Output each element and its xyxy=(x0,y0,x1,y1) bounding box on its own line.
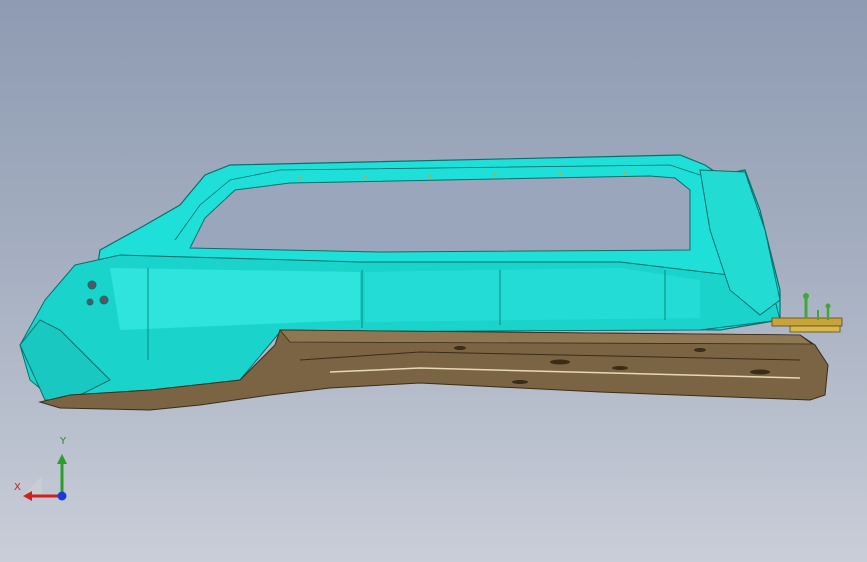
bracket-assembly[interactable] xyxy=(771,293,843,333)
sill-slot xyxy=(512,380,528,384)
z-axis-dot xyxy=(57,491,67,501)
frame-highlight-2 xyxy=(365,268,700,322)
mount-hole xyxy=(87,280,97,290)
sill-slot xyxy=(550,359,570,365)
sill-slot xyxy=(612,366,628,370)
y-axis-label: Y xyxy=(60,436,67,447)
sill-slot xyxy=(750,369,770,375)
window-opening xyxy=(189,175,691,253)
x-axis-label: X xyxy=(14,482,21,493)
bracket-pin-head xyxy=(803,293,809,299)
frame-highlight xyxy=(110,268,360,330)
frame-marker xyxy=(493,173,497,177)
frame-marker xyxy=(428,174,432,178)
mount-hole xyxy=(99,295,109,305)
triad-graphic xyxy=(22,454,67,501)
frame-marker xyxy=(558,172,562,176)
mount-hole xyxy=(86,298,94,306)
bracket-plate xyxy=(771,317,843,327)
y-axis-head xyxy=(57,454,67,464)
cad-viewport[interactable]: Y X xyxy=(0,0,867,562)
frame-marker xyxy=(298,176,302,180)
orientation-triad[interactable]: Y X xyxy=(10,436,80,508)
bracket-plate xyxy=(789,325,841,333)
bracket-pin-head xyxy=(825,303,831,309)
frame-marker xyxy=(363,175,367,179)
3d-model-view[interactable] xyxy=(0,0,867,562)
sill-slot xyxy=(454,346,466,350)
frame-marker xyxy=(623,171,627,175)
sill-slot xyxy=(694,348,706,352)
